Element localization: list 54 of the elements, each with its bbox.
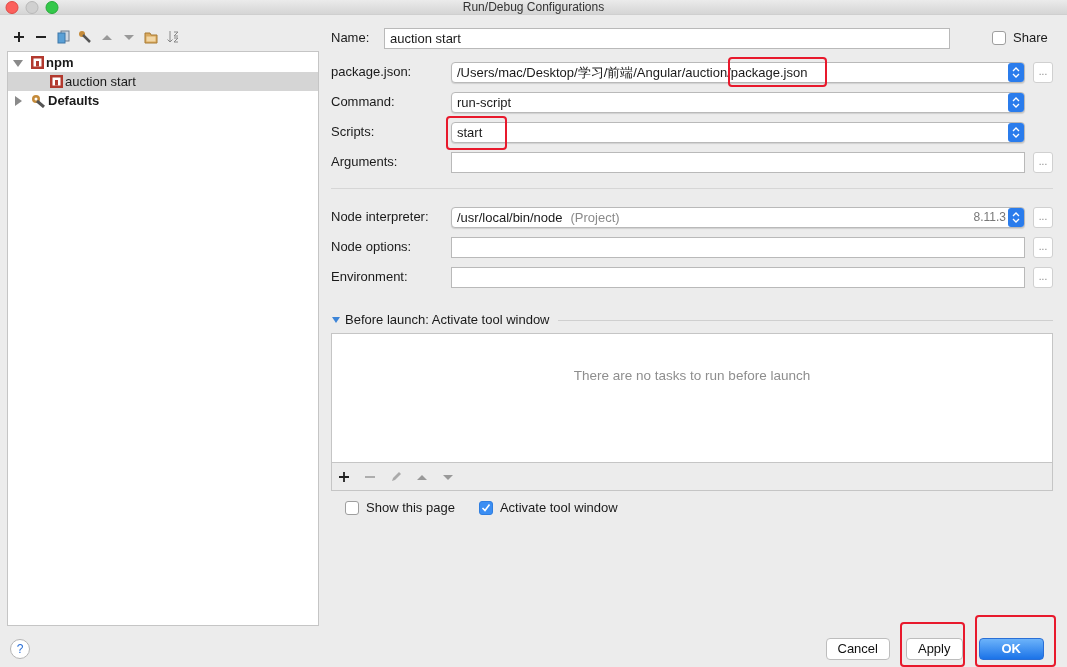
field-label: Arguments: (331, 153, 399, 172)
name-field[interactable]: auction start (384, 27, 950, 49)
tree-item[interactable]: auction start (8, 72, 318, 91)
tree-item[interactable]: Defaults (8, 91, 318, 110)
field-label: package.json: (331, 63, 413, 82)
expand-arrow-icon[interactable] (13, 95, 23, 106)
checkmark-icon (480, 502, 491, 513)
dialog-button[interactable]: Cancel (825, 637, 890, 660)
dropdown[interactable]: start (451, 121, 1025, 143)
stepper-icon[interactable] (1008, 92, 1024, 112)
dropdown[interactable]: run-script (451, 91, 1025, 113)
wrench-icon[interactable] (78, 30, 92, 44)
expand-arrow-icon[interactable] (331, 316, 341, 324)
tree-item[interactable]: npm (8, 53, 318, 72)
section-title: Before launch: Activate tool window (345, 311, 550, 330)
copy-icon[interactable] (56, 30, 70, 44)
empty-message: There are no tasks to run before launch (573, 368, 811, 383)
stepper-icon[interactable] (1008, 62, 1024, 82)
input-field[interactable] (451, 236, 1025, 258)
checkbox[interactable] (345, 500, 359, 515)
browse-button[interactable]: ... (1033, 236, 1053, 258)
dialog-button[interactable]: Apply (905, 637, 963, 660)
stepper-icon[interactable] (1008, 122, 1024, 142)
add-icon[interactable] (338, 470, 350, 483)
config-icon (50, 75, 63, 88)
field-label: Command: (331, 93, 396, 112)
sort-icon[interactable] (166, 30, 180, 44)
add-icon[interactable] (12, 30, 26, 44)
window-controls-icon[interactable] (5, 1, 61, 14)
pencil-icon[interactable] (390, 470, 402, 483)
share-checkbox[interactable] (992, 31, 1006, 45)
field-label: Node interpreter: (331, 208, 430, 227)
field-label: Node options: (331, 238, 413, 257)
field-label: Scripts: (331, 123, 376, 142)
dropdown[interactable]: /usr/local/bin/node (Project) 8.11.3 (451, 206, 1025, 228)
browse-button[interactable]: ... (1033, 151, 1053, 173)
collapse-arrow-icon[interactable] (13, 57, 23, 68)
folder-icon[interactable] (144, 30, 158, 44)
checkbox-label: Show this page (366, 499, 455, 517)
name-label: Name: (331, 29, 371, 48)
help-button[interactable]: ? (10, 638, 30, 659)
config-icon (31, 56, 44, 69)
input-field[interactable] (451, 266, 1025, 288)
checkbox[interactable] (478, 500, 493, 515)
checkbox-label: Activate tool window (499, 499, 618, 517)
stepper-icon[interactable] (1008, 207, 1024, 227)
wrench-icon (31, 93, 46, 108)
input-field[interactable] (451, 151, 1025, 173)
share-label: Share (1013, 29, 1048, 48)
window-title: Run/Debug Configurations (462, 0, 605, 14)
field-label: Environment: (331, 268, 409, 287)
browse-button[interactable]: ... (1033, 206, 1053, 228)
browse-button[interactable]: ... (1033, 61, 1053, 83)
browse-button[interactable]: ... (1033, 266, 1053, 288)
